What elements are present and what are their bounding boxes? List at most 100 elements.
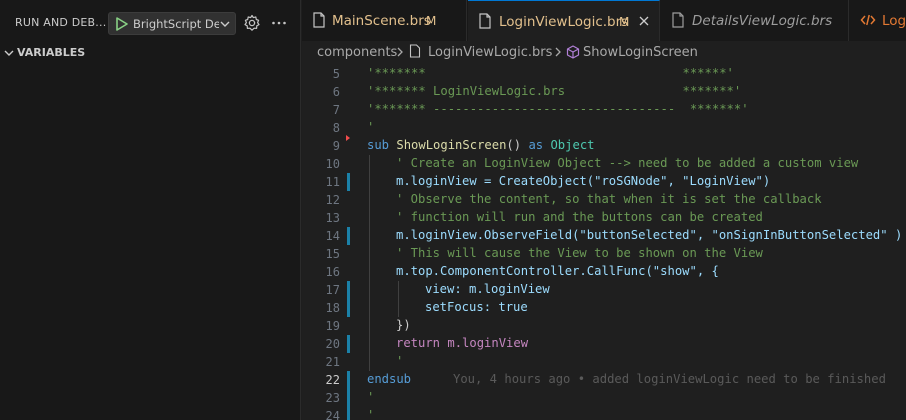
variables-section-label: VARIABLES (17, 46, 86, 59)
run-and-debug-header: RUN AND DEB... BrightScript Del (0, 0, 301, 44)
modified-line-marker[interactable] (347, 389, 350, 407)
modified-badge: M (619, 15, 630, 29)
gear-icon[interactable] (243, 14, 261, 32)
code-text: '******* -------------------------------… (367, 102, 749, 116)
breadcrumb-symbol[interactable]: ShowLoginScreen (583, 45, 698, 60)
code-file-icon (860, 14, 876, 26)
line-number: 5 (332, 67, 340, 81)
modified-line-marker[interactable] (347, 281, 350, 299)
breadcrumb: components LoginViewLogic.brs ShowLoginS… (302, 41, 906, 63)
code-line: 18 setFocus: true (302, 299, 906, 317)
modified-line-marker[interactable] (347, 227, 350, 245)
code-line: 10 ' Create an LoginView Object --> need… (302, 155, 906, 173)
modified-line-marker[interactable] (347, 371, 350, 389)
code-text: '******* ******' (367, 66, 734, 80)
code-line: 9 sub ShowLoginScreen() as Object (302, 135, 906, 155)
code-line: 20 return m.loginView (302, 335, 906, 353)
line-number: 6 (332, 85, 340, 99)
line-number: 13 (325, 211, 340, 225)
code-text: return m.loginView (396, 336, 529, 350)
tab-loginview-xml[interactable]: Logi (850, 0, 906, 41)
file-icon (672, 12, 684, 28)
line-number: 22 (325, 373, 340, 387)
line-number: 24 (325, 409, 340, 420)
line-number: 21 (325, 355, 340, 369)
code-line: 24 ' (302, 407, 906, 420)
code-text: endsub (367, 372, 412, 386)
editor-tab-bar: MainScene.brs M LoginViewLogic.brs M Det… (302, 0, 906, 41)
code-text: ' This will cause the View to be shown o… (396, 246, 763, 260)
code-text: ' function will run and the buttons can … (396, 210, 763, 224)
code-text: sub ShowLoginScreen() as Object (367, 138, 595, 152)
tab-label: Logi (882, 13, 906, 29)
line-number: 9 (332, 139, 340, 153)
tab-label: DetailsViewLogic.brs (692, 13, 833, 29)
method-symbol-icon (566, 45, 580, 59)
run-and-debug-sidebar: RUN AND DEB... BrightScript Del VARIABLE… (0, 0, 301, 420)
breadcrumb-folder[interactable]: components (317, 45, 397, 60)
code-line: 7 '******* -----------------------------… (302, 101, 906, 119)
line-number: 17 (325, 283, 340, 297)
code-line: 11 m.loginView = CreateObject("roSGNode"… (302, 173, 906, 191)
tab-loginviewlogic[interactable]: LoginViewLogic.brs M (468, 0, 660, 41)
code-text: m.top.ComponentController.CallFunc("show… (396, 264, 719, 278)
code-line: 15 ' This will cause the View to be show… (302, 245, 906, 263)
chevron-right-icon (555, 47, 561, 57)
chevron-down-icon[interactable] (219, 19, 231, 29)
breadcrumb-file[interactable]: LoginViewLogic.brs (428, 45, 552, 60)
close-icon[interactable] (638, 15, 650, 27)
code-text: ' (367, 408, 375, 420)
git-blame-annotation: You, 4 hours ago • added loginViewLogic … (453, 372, 886, 386)
code-text: ' (396, 354, 404, 368)
line-number: 8 (332, 121, 340, 135)
code-line: 16 m.top.ComponentController.CallFunc("s… (302, 263, 906, 281)
code-text: setFocus: true (425, 300, 528, 314)
code-text: ' (367, 390, 375, 404)
code-text: m.loginView.ObserveField("buttonSelected… (396, 228, 903, 242)
variables-section-header[interactable]: VARIABLES (0, 43, 301, 63)
chevron-right-icon (397, 47, 403, 57)
modified-line-marker[interactable] (347, 407, 350, 420)
code-line-current: 22 endsub You, 4 hours ago • added login… (302, 371, 906, 389)
line-number: 16 (325, 265, 340, 279)
code-text: ' Create an LoginView Object --> need to… (396, 156, 859, 170)
line-number: 14 (325, 229, 340, 243)
file-icon (313, 12, 325, 28)
tab-label: LoginViewLogic.brs (499, 14, 629, 30)
line-number: 18 (325, 301, 340, 315)
debug-configuration-select[interactable]: BrightScript Del (108, 12, 236, 35)
code-text: ' (367, 120, 375, 134)
deleted-lines-marker[interactable] (346, 135, 350, 141)
file-icon (409, 44, 421, 58)
code-line: 12 ' Observe the content, so that when i… (302, 191, 906, 209)
code-text: view: m.loginView (425, 282, 550, 296)
code-text: '******* LoginViewLogic.brs *******' (367, 84, 742, 98)
modified-line-marker[interactable] (347, 173, 350, 191)
code-line: 17 view: m.loginView (302, 281, 906, 299)
line-number: 11 (325, 175, 340, 189)
code-line: 13 ' function will run and the buttons c… (302, 209, 906, 227)
code-line: 21 ' (302, 353, 906, 371)
code-editor[interactable]: 5 '******* ******' 6 '******* LoginViewL… (302, 63, 906, 420)
modified-badge: M (426, 14, 437, 28)
tab-mainscene[interactable]: MainScene.brs M (302, 0, 467, 41)
code-text: }) (396, 318, 411, 332)
code-line: 5 '******* ******' (302, 65, 906, 83)
line-number: 15 (325, 247, 340, 261)
code-text: m.loginView = CreateObject("roSGNode", "… (396, 174, 771, 188)
line-number: 23 (325, 391, 340, 405)
modified-line-marker[interactable] (347, 335, 350, 353)
tab-label: MainScene.brs (332, 13, 431, 29)
modified-line-marker[interactable] (347, 299, 350, 317)
code-line: 19 }) (302, 317, 906, 335)
code-text: ' Observe the content, so that when it i… (396, 192, 822, 206)
more-actions-icon[interactable] (270, 14, 288, 32)
chevron-down-icon (4, 50, 14, 56)
line-number: 19 (325, 319, 340, 333)
code-line: 8 ' (302, 119, 906, 137)
line-number: 7 (332, 103, 340, 117)
file-icon (479, 13, 491, 29)
start-debugging-icon[interactable] (115, 16, 129, 32)
line-number: 10 (325, 157, 340, 171)
tab-detailsviewlogic[interactable]: DetailsViewLogic.brs (661, 0, 849, 41)
